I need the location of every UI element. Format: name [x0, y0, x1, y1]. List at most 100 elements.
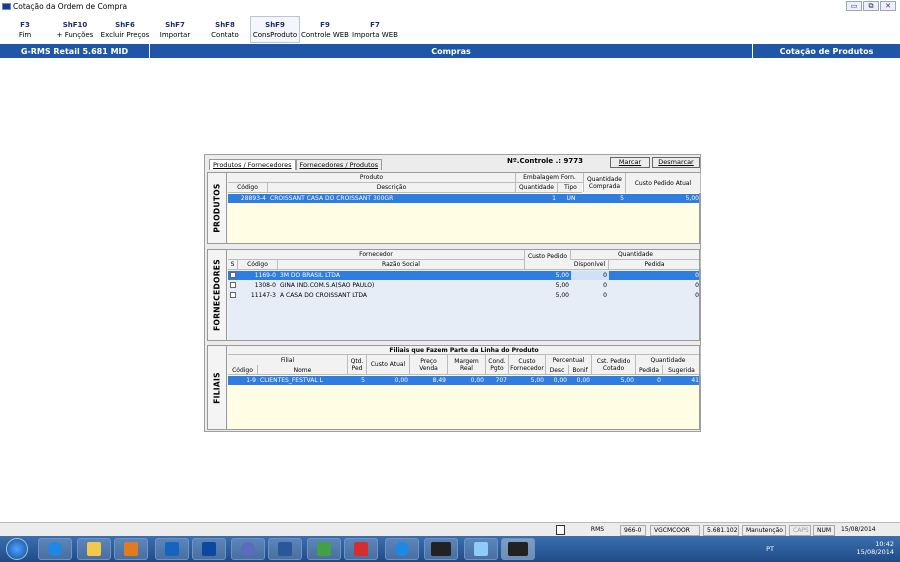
- clock-time[interactable]: 10:42: [857, 540, 894, 548]
- header-produto: Produto: [228, 173, 516, 182]
- file-taskbar-icon[interactable]: [464, 538, 498, 560]
- language-indicator[interactable]: PT: [766, 545, 774, 553]
- cell-razao: 3M DO BRASIL LTDA: [280, 272, 340, 279]
- header-disponivel: Disponível: [571, 260, 609, 269]
- ie-taskbar-icon[interactable]: [38, 538, 72, 560]
- table-row[interactable]: 11147-3 A CASA DO CROISSANT LTDA 5,00 0 …: [228, 291, 699, 300]
- status-bar: RMS 966-0 VGCMCOOR 5.681.102 Manutenção …: [0, 522, 900, 536]
- cell-qtd: 5: [361, 377, 365, 384]
- fornecedores-grid: Fornecedor Custo Pedido Cotado Quantidad…: [228, 250, 701, 340]
- desmarcar-button[interactable]: Desmarcar: [652, 157, 700, 168]
- cell-tipo: UN: [566, 195, 576, 202]
- header-codigo: Código: [238, 260, 278, 269]
- function-key-bar: F3 Fim ShF10 + Funções ShF6 Excluir Preços …: [0, 16, 900, 43]
- table-row[interactable]: 28893-4 CROISSANT CASA DO CROISSANT 300G…: [228, 194, 699, 203]
- fkey-fim[interactable]: F3 Fim: [12, 16, 38, 43]
- fkey-label: Controle WEB: [301, 30, 349, 39]
- fkey-contato[interactable]: ShF8 Contato: [206, 16, 244, 43]
- header-nome: Nome: [258, 365, 348, 375]
- cell-codigo: 1-9: [246, 377, 256, 384]
- status-code: 966-0: [620, 525, 646, 536]
- tab-produtos-fornecedores[interactable]: Produtos / Fornecedores: [209, 159, 296, 170]
- lync-taskbar-icon[interactable]: [192, 538, 226, 560]
- explorer-taskbar-icon[interactable]: [77, 538, 111, 560]
- start-orb-icon[interactable]: [6, 538, 28, 560]
- close-button[interactable]: ✕: [880, 1, 896, 11]
- fkey-code: ShF10: [62, 20, 88, 29]
- media-taskbar-icon[interactable]: [114, 538, 148, 560]
- clock-date[interactable]: 15/08/2014: [857, 548, 894, 556]
- filiais-side-label: FILIAIS: [208, 346, 227, 429]
- header-embalagem: Embalagem Forn.: [516, 173, 584, 182]
- cell-custo: 5,00: [555, 282, 569, 289]
- header-desc: Desc: [546, 365, 569, 375]
- marcar-button[interactable]: Marcar: [610, 157, 650, 168]
- header-qtd-ped: Qtd. Ped: [348, 355, 367, 374]
- produtos-header-top: Produto Embalagem Forn. Quantidade Compr…: [228, 173, 701, 193]
- header-margem-real: Margem Real: [448, 355, 486, 374]
- table-row[interactable]: 1308-0 GINA IND.COM.S.A(SAO PAULO) 5,00 …: [228, 281, 699, 290]
- rms-active-taskbar-icon[interactable]: [501, 538, 535, 560]
- produtos-header-bottom: Código Descrição Quantidade Tipo: [228, 183, 584, 193]
- fkey-code: F7: [370, 20, 380, 29]
- fkey-funcoes[interactable]: ShF10 + Funções: [55, 16, 95, 43]
- cell-preco: 8,49: [432, 377, 446, 384]
- system-name: G-RMS Retail 5.681 MID: [0, 44, 150, 58]
- cell-descricao: CROISSANT CASA DO CROISSANT 300GR: [270, 195, 394, 202]
- select-checkbox[interactable]: [230, 272, 236, 278]
- cell-cst: 5,00: [620, 377, 634, 384]
- fkey-code: ShF7: [165, 20, 185, 29]
- fkey-consproduto[interactable]: ShF9 ConsProduto: [250, 16, 300, 43]
- cell-disponivel: 0: [603, 282, 607, 289]
- fkey-controle-web[interactable]: F9 Controle WEB: [301, 16, 349, 43]
- cell-cond: 707: [495, 377, 507, 384]
- window-titlebar: Cotação da Ordem de Compra ▭ ⧉ ✕: [0, 0, 900, 13]
- fkey-label: + Funções: [56, 30, 94, 39]
- header-custo-atual: Custo Atual: [367, 355, 410, 374]
- module-name: Compras: [150, 44, 753, 58]
- cell-pedida: 0: [657, 377, 661, 384]
- select-checkbox[interactable]: [230, 292, 236, 298]
- cell-pedida: 0: [695, 272, 699, 279]
- rms-taskbar-icon[interactable]: [424, 538, 458, 560]
- table-row[interactable]: 1169-0 3M DO BRASIL LTDA 5,00 0 0: [228, 271, 699, 280]
- header-fornecedor: Fornecedor: [228, 250, 525, 259]
- fkey-code: F3: [20, 20, 30, 29]
- cell-codigo: 28893-4: [240, 195, 266, 202]
- fkey-importar[interactable]: ShF7 Importar: [156, 16, 194, 43]
- minimize-button[interactable]: ▭: [846, 1, 862, 11]
- app-taskbar-icon[interactable]: [231, 538, 265, 560]
- word-taskbar-icon[interactable]: [268, 538, 302, 560]
- network-taskbar-icon[interactable]: [385, 538, 419, 560]
- filiais-title-row: Filiais que Fazem Parte da Linha do Prod…: [228, 346, 701, 355]
- fkey-label: Importar: [159, 30, 191, 39]
- fornecedores-header-top: Fornecedor Custo Pedido Cotado Quantidad…: [228, 250, 701, 270]
- header-quantidade: Quantidade: [571, 250, 701, 259]
- installer-taskbar-icon[interactable]: [307, 538, 341, 560]
- produtos-section: PRODUTOS Produto Embalagem Forn. Quantid…: [207, 172, 701, 244]
- filiais-title: Filiais que Fazem Parte da Linha do Prod…: [228, 346, 701, 354]
- fkey-label: Excluir Preços: [100, 30, 150, 39]
- cell-custo: 5,00: [555, 292, 569, 299]
- cotacao-panel: Produtos / Fornecedores Fornecedores / P…: [204, 154, 701, 432]
- cell-margem: 0,00: [470, 377, 484, 384]
- pdf-taskbar-icon[interactable]: [344, 538, 378, 560]
- page-icon: [553, 525, 567, 536]
- module-header-bar: G-RMS Retail 5.681 MID Compras Cotação d…: [0, 44, 900, 58]
- fkey-excluir-precos[interactable]: ShF6 Excluir Preços: [100, 16, 150, 43]
- fkey-code: ShF9: [265, 20, 285, 29]
- system-tray: PT 10:42 15/08/2014: [766, 540, 894, 556]
- cell-quantidade: 1: [552, 195, 556, 202]
- select-checkbox[interactable]: [230, 282, 236, 288]
- cell-disponivel[interactable]: 0: [571, 271, 609, 280]
- cell-custo-atual: 0,00: [394, 377, 408, 384]
- outlook-taskbar-icon[interactable]: [155, 538, 189, 560]
- table-row[interactable]: 1-9 CLIENTES_FESTVAL L 5 0,00 8,49 0,00 …: [228, 376, 699, 385]
- fkey-importa-web[interactable]: F7 Importa WEB: [351, 16, 399, 43]
- fornecedores-header-bottom: S Código Razão Social Disponível Pedida: [228, 260, 701, 270]
- header-quantidade: Quantidade: [636, 355, 701, 365]
- header-custo-fornecedor: Custo Fornecedor: [509, 355, 546, 374]
- header-s: S: [228, 260, 238, 269]
- tab-fornecedores-produtos[interactable]: Fornecedores / Produtos: [295, 159, 383, 170]
- restore-button[interactable]: ⧉: [863, 1, 879, 11]
